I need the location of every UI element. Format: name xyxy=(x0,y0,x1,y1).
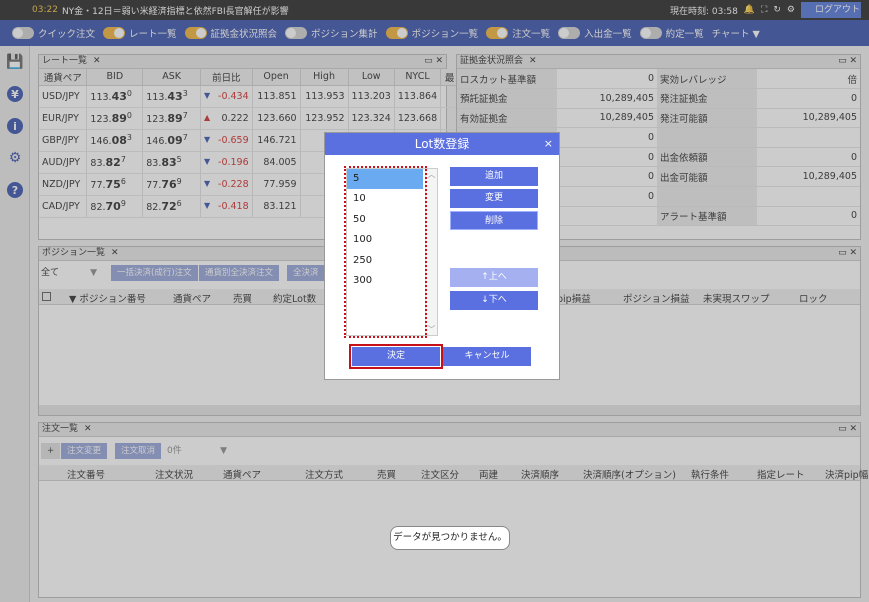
move-up-button[interactable]: ↑上へ xyxy=(450,268,538,287)
list-highlight-annotation xyxy=(344,166,427,338)
add-button[interactable]: 追加 xyxy=(450,167,538,186)
empty-message: データが見つかりません。 xyxy=(390,526,510,550)
ok-highlight-annotation xyxy=(349,344,443,369)
move-down-button[interactable]: ↓下へ xyxy=(450,291,538,310)
dialog-title-bar: Lot数登録 × xyxy=(325,133,559,155)
delete-button[interactable]: 削除 xyxy=(450,211,538,230)
dialog-title: Lot数登録 xyxy=(414,137,470,151)
close-icon[interactable]: × xyxy=(544,133,553,155)
cancel-button[interactable]: キャンセル xyxy=(443,347,531,366)
chevron-up-icon[interactable]: ︿ xyxy=(426,169,437,180)
change-button[interactable]: 変更 xyxy=(450,189,538,208)
chevron-down-icon[interactable]: ﹀ xyxy=(426,324,437,335)
